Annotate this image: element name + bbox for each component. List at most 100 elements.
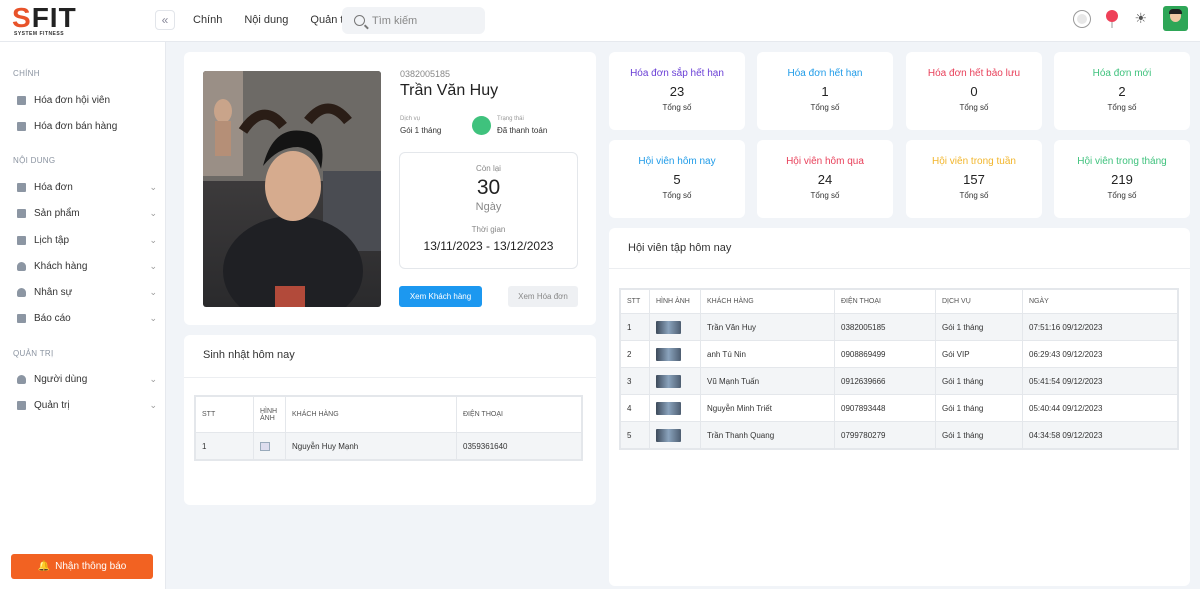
remaining-value: 30 <box>476 176 501 199</box>
sidebar-item-administration[interactable]: Quản trị ⌄ <box>17 396 157 414</box>
search-placeholder: Tìm kiếm <box>372 14 418 27</box>
sidebar-item-reports[interactable]: Báo cáo ⌄ <box>17 309 157 327</box>
status-indicator <box>472 116 491 135</box>
table-row[interactable]: 1 Nguyễn Huy Mạnh 0359361640 <box>195 432 582 460</box>
stat-value: 219 <box>1111 172 1133 187</box>
stat-title: Hóa đơn mới <box>1092 68 1152 79</box>
document-icon <box>17 95 26 105</box>
table-row[interactable]: 4 Nguyễn Minh Triết 0907893448 Gói 1 tháng 0… <box>620 394 1178 422</box>
birthday-table: STT HÌNH ẢNH KHÁCH HÀNG ĐIỆN THOẠI 1 Ngu… <box>194 395 583 461</box>
table-row[interactable]: 2 anh Tú Nin 0908869499 Gói VIP 06:29:43 09/… <box>620 340 1178 368</box>
chevron-down-icon: ⌄ <box>149 286 157 297</box>
table-row[interactable]: 5 Trần Thanh Quang 0799780279 Gói 1 tháng 04… <box>620 421 1178 449</box>
user-avatar[interactable] <box>1163 6 1188 31</box>
remaining-label: Còn lại <box>476 164 501 173</box>
gear-icon <box>17 400 26 410</box>
col-stt: STT <box>195 396 254 433</box>
member-thumbnail <box>656 401 681 415</box>
nav-item-main[interactable]: Chính <box>193 14 222 26</box>
sidebar-item-products[interactable]: Sản phẩm ⌄ <box>17 204 157 222</box>
stat-value: 23 <box>669 84 685 99</box>
collapse-sidebar-button[interactable]: « <box>155 10 175 30</box>
col-customer: KHÁCH HÀNG <box>700 289 835 314</box>
top-nav: Chính Nội dung Quản trị <box>193 14 350 26</box>
status-label: Trạng thái <box>497 116 524 122</box>
member-photo <box>203 71 381 307</box>
theme-toggle-icon[interactable]: ☀ <box>1134 10 1147 27</box>
sidebar-item-member-invoice[interactable]: Hóa đơn hội viên <box>17 91 157 109</box>
view-invoice-button[interactable]: Xem Hóa đơn <box>508 286 578 307</box>
member-thumbnail <box>656 428 681 442</box>
col-image: HÌNH ẢNH <box>649 289 701 314</box>
stat-value: 24 <box>817 172 833 187</box>
view-customer-button[interactable]: Xem Khách hàng <box>399 286 482 307</box>
sidebar-item-invoice[interactable]: Hóa đơn ⌄ <box>17 178 157 196</box>
stat-title: Hội viên trong tháng <box>1077 156 1167 167</box>
sidebar-section-main: CHÍNH <box>13 69 40 78</box>
today-title: Hội viên tập hôm nay <box>628 242 732 254</box>
stat-card-members-today[interactable]: Hội viên hôm nay 5 Tổng số <box>609 140 745 218</box>
table-row[interactable]: 3 Vũ Mạnh Tuấn 0912639666 Gói 1 tháng 05:41:… <box>620 367 1178 395</box>
member-profile-card: 0382005185 Trần Văn Huy Dịch vụ Gói 1 th… <box>184 52 596 325</box>
service-value: Gói 1 tháng <box>400 126 442 135</box>
stat-title: Hóa đơn hết bảo lưu <box>927 68 1021 79</box>
broken-image-icon <box>260 441 270 451</box>
notify-button[interactable]: 🔔 Nhận thông báo <box>11 554 153 579</box>
settings-circle-icon[interactable] <box>1074 10 1091 27</box>
today-table: STT HÌNH ẢNH KHÁCH HÀNG ĐIỆN THOẠI DỊCH … <box>619 288 1179 450</box>
document-icon <box>17 182 26 192</box>
stat-value: 1 <box>821 84 829 99</box>
stat-title: Hóa đơn hết hạn <box>787 68 863 79</box>
col-phone: ĐIỆN THOẠI <box>834 289 936 314</box>
stat-value: 5 <box>673 172 681 187</box>
stat-title: Hội viên hôm nay <box>638 156 716 167</box>
stat-card-expiring-invoices[interactable]: Hóa đơn sắp hết hạn 23 Tổng số <box>609 52 745 130</box>
search-input[interactable]: Tìm kiếm <box>342 7 485 34</box>
col-customer: KHÁCH HÀNG <box>285 396 457 433</box>
stat-title: Hóa đơn sắp hết hạn <box>630 68 724 79</box>
chevron-down-icon: ⌄ <box>149 312 157 323</box>
divider <box>609 268 1190 269</box>
col-phone: ĐIỆN THOẠI <box>456 396 582 433</box>
sidebar-item-customers[interactable]: Khách hàng ⌄ <box>17 257 157 275</box>
status-value: Đã thanh toán <box>497 126 548 135</box>
users-icon <box>17 261 26 271</box>
remaining-box: Còn lại 30 Ngày Thời gian 13/11/2023 - 1… <box>399 152 578 269</box>
receipt-icon <box>17 121 26 131</box>
stat-card-new-invoices[interactable]: Hóa đơn mới 2 Tổng số <box>1054 52 1190 130</box>
nav-item-content[interactable]: Nội dung <box>244 14 288 26</box>
notification-pin-icon[interactable] <box>1106 9 1119 28</box>
col-service: DỊCH VỤ <box>935 289 1023 314</box>
chevron-down-icon: ⌄ <box>149 260 157 271</box>
chevron-down-icon: ⌄ <box>149 399 157 410</box>
top-bar: SFIT SYSTEM FITNESS « Chính Nội dung Quả… <box>0 0 1200 42</box>
member-name: Trần Văn Huy <box>400 82 499 99</box>
stat-value: 0 <box>970 84 978 99</box>
report-icon <box>17 313 26 323</box>
member-phone: 0382005185 <box>400 69 451 79</box>
remaining-unit: Ngày <box>475 201 502 213</box>
stat-card-expired-invoices[interactable]: Hóa đơn hết hạn 1 Tổng số <box>757 52 893 130</box>
user-icon <box>17 374 26 384</box>
stat-card-members-month[interactable]: Hội viên trong tháng 219 Tổng số <box>1054 140 1190 218</box>
divider <box>184 377 596 378</box>
sidebar-item-schedule[interactable]: Lịch tập ⌄ <box>17 231 157 249</box>
member-thumbnail <box>656 347 681 361</box>
stat-card-members-yesterday[interactable]: Hội viên hôm qua 24 Tổng số <box>757 140 893 218</box>
chevrons-left-icon: « <box>161 13 169 27</box>
table-row[interactable]: 1 Trần Văn Huy 0382005185 Gói 1 tháng 07:51:… <box>620 313 1178 341</box>
col-stt: STT <box>620 289 650 314</box>
sidebar-item-staff[interactable]: Nhân sự ⌄ <box>17 283 157 301</box>
period-value: 13/11/2023 - 13/12/2023 <box>423 239 554 253</box>
col-image: HÌNH ẢNH <box>253 396 286 433</box>
stat-card-reserve-expired[interactable]: Hóa đơn hết bảo lưu 0 Tổng số <box>906 52 1042 130</box>
birthday-title: Sinh nhật hôm nay <box>203 349 295 361</box>
stat-card-members-week[interactable]: Hội viên trong tuần 157 Tổng số <box>906 140 1042 218</box>
brand-logo[interactable]: SFIT SYSTEM FITNESS <box>12 4 82 39</box>
search-icon <box>354 15 365 26</box>
sidebar-item-sales-invoice[interactable]: Hóa đơn bán hàng <box>17 117 157 135</box>
period-label: Thời gian <box>471 225 506 234</box>
stat-title: Hội viên trong tuần <box>932 156 1016 167</box>
service-label: Dịch vụ <box>400 116 421 122</box>
sidebar-item-users[interactable]: Người dùng ⌄ <box>17 370 157 388</box>
